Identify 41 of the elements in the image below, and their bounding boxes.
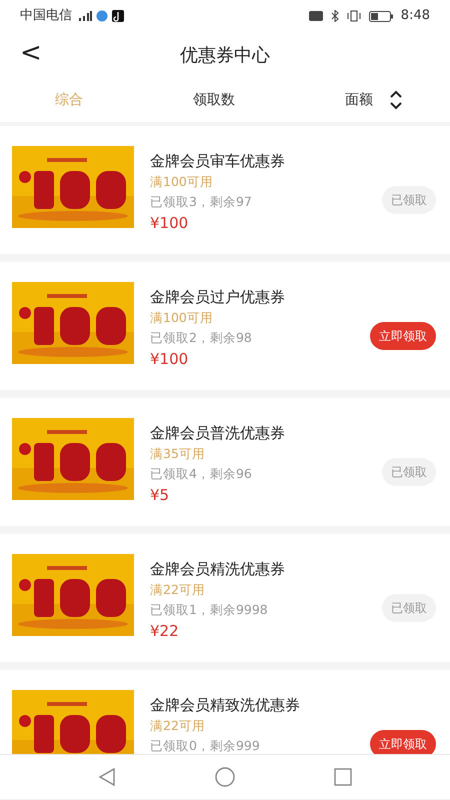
claim-stats: 已领取1，剩余9998 bbox=[150, 601, 269, 619]
sort-tab[interactable]: 面额 bbox=[337, 86, 381, 114]
vibrate-icon bbox=[346, 10, 361, 22]
coupon-price: ¥100 bbox=[150, 349, 190, 370]
claimed-button[interactable]: 已领取 bbox=[382, 594, 436, 622]
bluetooth-icon bbox=[330, 10, 339, 22]
battery-icon bbox=[368, 10, 393, 22]
coupon-condition: 满22可用 bbox=[150, 717, 206, 735]
sort-tab[interactable]: 领取数 bbox=[185, 86, 243, 114]
coupon-price: ¥100 bbox=[150, 213, 190, 234]
back-button[interactable]: < bbox=[14, 38, 48, 70]
sort-tab[interactable]: 综合 bbox=[47, 86, 91, 114]
app-icon bbox=[112, 10, 124, 22]
claim-button[interactable]: 立即领取 bbox=[370, 730, 436, 754]
recent-apps-icon[interactable] bbox=[334, 768, 352, 786]
coupon-condition: 满22可用 bbox=[150, 581, 206, 599]
claim-stats: 已领取2，剩余98 bbox=[150, 329, 253, 347]
coupon-name: 金牌会员过户优惠券 bbox=[150, 287, 286, 308]
claimed-button[interactable]: 已领取 bbox=[382, 458, 436, 486]
coupon-condition: 满100可用 bbox=[150, 309, 214, 327]
claim-button[interactable]: 立即领取 bbox=[370, 322, 436, 350]
coupon-condition: 满35可用 bbox=[150, 445, 206, 463]
carrier-name: 中国电信 bbox=[20, 7, 72, 26]
home-nav-icon[interactable] bbox=[214, 767, 235, 787]
coupon-name: 金牌会员精洗优惠券 bbox=[150, 559, 286, 580]
claim-stats: 已领取4，剩余96 bbox=[150, 465, 253, 483]
coupon-price: ¥22 bbox=[150, 621, 180, 642]
coupon-name: 金牌会员审车优惠券 bbox=[150, 151, 286, 172]
page-title: 优惠券中心 bbox=[180, 44, 270, 68]
clock: 8:48 bbox=[400, 7, 430, 26]
coupon-name: 金牌会员普洗优惠券 bbox=[150, 423, 286, 444]
claimed-button[interactable]: 已领取 bbox=[382, 186, 436, 214]
signal-icon bbox=[76, 11, 92, 21]
back-nav-icon[interactable] bbox=[98, 768, 116, 786]
coupon-name: 金牌会员精致洗优惠券 bbox=[150, 695, 301, 716]
app-icon bbox=[96, 10, 108, 22]
claim-stats: 已领取3，剩余97 bbox=[150, 193, 253, 211]
claim-stats: 已领取0，剩余999 bbox=[150, 737, 261, 754]
sort-icon[interactable] bbox=[389, 90, 403, 110]
coupon-condition: 满100可用 bbox=[150, 173, 214, 191]
coupon-price: ¥5 bbox=[150, 485, 170, 506]
